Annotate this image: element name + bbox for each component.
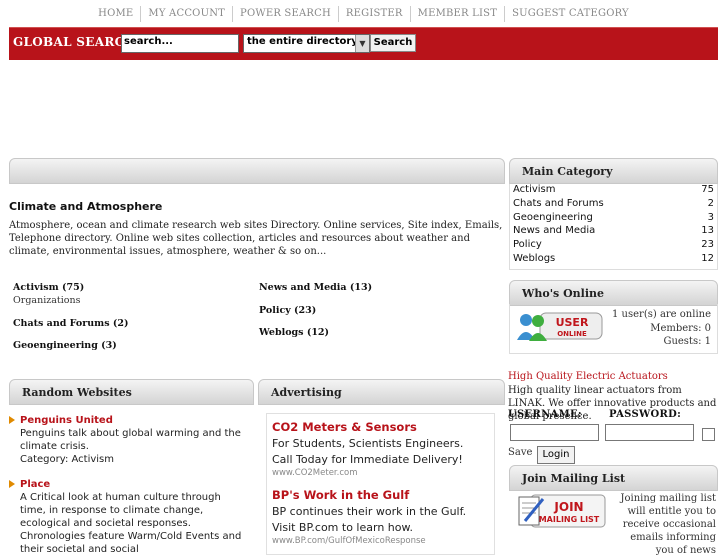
list-item-label: News and Media [513, 225, 596, 237]
main-category-header: Main Category [509, 158, 718, 184]
list-item-label: Activism [513, 184, 556, 195]
list-item-label: Geoengineering [513, 211, 593, 223]
main-category-title: Main Category [522, 165, 613, 178]
advertising-box: CO2 Meters & Sensors For Students, Scien… [266, 413, 495, 555]
list-item[interactable]: Policy 23 [509, 239, 718, 253]
random-websites-header: Random Websites [9, 379, 254, 405]
nav-register[interactable]: REGISTER [337, 6, 410, 22]
side-ad-title[interactable]: High Quality Electric Actuators [508, 371, 668, 382]
password-label: PASSWORD: [609, 409, 682, 420]
subcategory-organizations[interactable]: Organizations [13, 295, 80, 306]
join-line2: MAILING LIST [539, 515, 600, 524]
remember-checkbox[interactable] [702, 428, 715, 441]
arrow-right-icon [9, 480, 15, 488]
advertising-header: Advertising [258, 379, 505, 405]
list-item-label: Policy [513, 239, 542, 251]
mailing-list-text: Joining mailing list will entitle you to… [620, 493, 717, 556]
nav-my-account[interactable]: MY ACCOUNT [140, 6, 232, 22]
top-nav: HOME MY ACCOUNT POWER SEARCH REGISTER MEMBER… [0, 6, 727, 24]
online-users: 1 user(s) are online [612, 309, 711, 320]
ad-url[interactable]: www.CO2Meter.com [272, 468, 494, 478]
ad-headline[interactable]: CO2 Meters & Sensors [272, 420, 494, 434]
random-websites-title: Random Websites [22, 386, 132, 399]
nav-suggest-category[interactable]: SUGGEST CATEGORY [504, 6, 636, 22]
list-item[interactable]: News and Media 13 [509, 225, 718, 239]
list-item-count: 75 [701, 184, 714, 195]
list-item[interactable]: Activism 75 [509, 184, 718, 198]
category-weblogs[interactable]: Weblogs (12) [259, 327, 329, 338]
list-item-count: 23 [701, 239, 714, 251]
category-policy[interactable]: Policy (23) [259, 305, 316, 316]
category-chats-and-forums[interactable]: Chats and Forums (2) [13, 318, 128, 329]
nav-member-list[interactable]: MEMBER LIST [409, 6, 504, 22]
main-header-bar [9, 158, 505, 184]
list-item[interactable]: Geoengineering 3 [509, 212, 718, 226]
ad-body: For Students, Scientists Engineers. Call… [272, 437, 464, 466]
random-site-category: Category: Activism [20, 454, 115, 465]
nav-home[interactable]: HOME [91, 6, 140, 22]
password-field[interactable] [605, 424, 694, 441]
list-item[interactable]: Chats and Forums 2 [509, 198, 718, 212]
page-description: Atmosphere, ocean and climate research w… [9, 220, 503, 257]
random-site-title[interactable]: Penguins United [20, 414, 249, 427]
user-online-line2: ONLINE [557, 330, 587, 338]
chevron-down-icon: ▼ [355, 35, 369, 52]
online-guests: Guests: 1 [663, 336, 711, 347]
online-members: Members: 0 [650, 322, 711, 334]
category-news-and-media[interactable]: News and Media (13) [259, 282, 372, 293]
random-site-desc: Penguins talk about global warming and t… [20, 428, 241, 452]
list-item[interactable]: Weblogs 12 [509, 253, 718, 267]
list-item-label: Chats and Forums [513, 197, 604, 209]
join-mailing-list-icon[interactable]: JOIN MAILING LIST [517, 491, 607, 531]
random-site-desc: A Critical look at human culture through… [20, 492, 242, 555]
login-button[interactable]: Login [537, 446, 575, 464]
advertising-title: Advertising [271, 386, 342, 399]
page-title: Climate and Atmosphere [9, 200, 163, 213]
arrow-right-icon [9, 416, 15, 424]
list-item-count: 13 [701, 225, 714, 237]
search-button[interactable]: Search [370, 34, 416, 52]
save-label: Save [508, 447, 533, 458]
main-category-list: Activism 75 Chats and Forums 2 Geoengineer… [509, 184, 718, 267]
list-item: Place A Critical look at human culture t… [9, 478, 249, 556]
global-search-label: GLOBAL SEARCH [13, 35, 137, 49]
nav-power-search[interactable]: POWER SEARCH [232, 6, 338, 22]
list-item-count: 2 [707, 197, 714, 209]
join-line1: JOIN [553, 500, 583, 514]
username-field[interactable] [510, 424, 599, 441]
list-item-label: Weblogs [513, 252, 556, 264]
category-geoengineering[interactable]: Geoengineering (3) [13, 340, 117, 351]
whos-online-box: USER ONLINE 1 user(s) are online Members… [509, 304, 718, 354]
list-item-count: 12 [701, 252, 714, 264]
search-scope-select[interactable]: the entire directory ▼ [243, 34, 370, 53]
user-online-icon: USER ONLINE [517, 312, 603, 341]
list-item: Penguins United Penguins talk about glob… [9, 414, 249, 466]
username-label: USERNAME: [508, 409, 582, 420]
whos-online-header: Who's Online [509, 280, 718, 306]
user-online-line1: USER [556, 316, 589, 329]
online-stats: 1 user(s) are online Members: 0 Guests: … [612, 308, 711, 349]
whos-online-title: Who's Online [522, 287, 605, 300]
random-site-title[interactable]: Place [20, 478, 249, 491]
search-scope-value: the entire directory [247, 36, 358, 47]
global-search-bar: GLOBAL SEARCH search... the entire direc… [9, 27, 718, 60]
list-item-count: 3 [707, 211, 714, 223]
mailing-list-title: Join Mailing List [522, 472, 626, 485]
category-activism[interactable]: Activism (75) [13, 282, 84, 293]
ad-body: BP continues their work in the Gulf. Vis… [272, 505, 467, 534]
mailing-list-header: Join Mailing List [509, 465, 718, 491]
ad-headline[interactable]: BP's Work in the Gulf [272, 488, 494, 502]
search-input[interactable]: search... [121, 34, 239, 53]
